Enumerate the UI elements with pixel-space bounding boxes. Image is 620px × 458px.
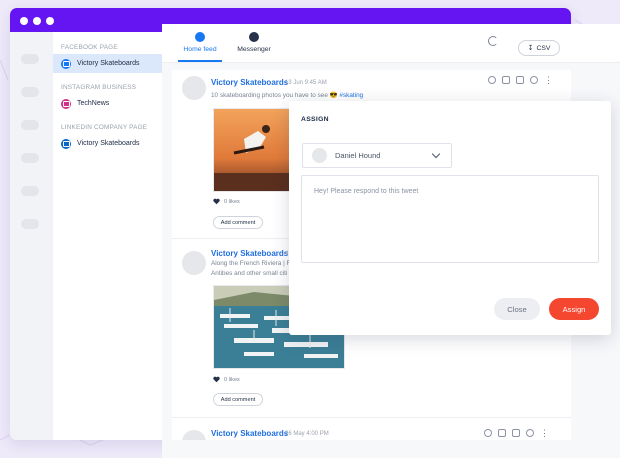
add-comment-button[interactable]: Add comment [213, 393, 263, 406]
tab-label: Messenger [237, 46, 271, 53]
message-textarea[interactable]: Hey! Please respond to this tweet [301, 175, 599, 263]
post-text: Along the French Riviera | F [211, 260, 291, 267]
assign-button[interactable]: Assign [549, 298, 599, 320]
rail-item[interactable] [21, 54, 39, 64]
post-time: 4 [285, 251, 289, 257]
retweet-icon[interactable] [516, 76, 524, 84]
tab-home-feed[interactable]: Home feed [176, 24, 224, 62]
section-heading: FACEBOOK PAGE [61, 44, 118, 51]
post-actions: ⋮ [484, 429, 549, 438]
rail-item[interactable] [21, 153, 39, 163]
likes-count: 0 likes [213, 376, 240, 383]
post-author[interactable]: Victory Skateboards [211, 429, 288, 438]
sidebar-item-facebook[interactable]: Victory Skateboards [53, 54, 172, 73]
rail-item[interactable] [21, 219, 39, 229]
avatar [182, 430, 206, 440]
trash-icon[interactable] [502, 76, 510, 84]
assignee-select[interactable]: Daniel Hound [302, 143, 452, 168]
sidebar-item-linkedin[interactable]: Victory Skateboards [53, 134, 172, 153]
rail-item[interactable] [21, 120, 39, 130]
accounts-sidebar: FACEBOOK PAGE Victory Skateboards INSTAG… [53, 32, 173, 440]
feed-post: Victory Skateboards 26 May 4:00 PM ⋮ [172, 418, 571, 440]
window-dot[interactable] [33, 17, 41, 25]
hashtag-link[interactable]: #skating [339, 92, 363, 99]
heart-outline-icon[interactable] [526, 429, 534, 437]
rail-item[interactable] [21, 186, 39, 196]
sidebar-item-instagram[interactable]: TechNews [53, 94, 172, 113]
messenger-icon [249, 32, 259, 42]
post-time: 13 Jun 9:45 AM [285, 80, 327, 86]
heart-outline-icon[interactable] [530, 76, 538, 84]
linkedin-icon [61, 138, 71, 149]
trash-icon[interactable] [498, 429, 506, 437]
instagram-icon [61, 98, 71, 109]
avatar [182, 76, 206, 100]
skateboarder-photo [214, 109, 290, 191]
facebook-page-icon [61, 58, 71, 69]
heart-icon[interactable] [213, 376, 220, 383]
post-text: 10 skateboarding photos you have to see … [211, 92, 364, 99]
avatar [182, 251, 206, 275]
download-icon: ↧ [527, 45, 534, 52]
retweet-icon[interactable] [512, 429, 520, 437]
likes-label: 0 likes [224, 376, 240, 383]
chevron-down-icon [431, 149, 441, 159]
post-actions: ⋮ [488, 76, 553, 85]
more-icon[interactable]: ⋮ [544, 76, 553, 85]
window-dot[interactable] [20, 17, 28, 25]
post-photo[interactable] [213, 108, 291, 192]
location-icon[interactable] [488, 76, 496, 84]
sidebar-item-label: TechNews [77, 100, 110, 107]
post-author[interactable]: Victory Skateboards [211, 249, 288, 258]
post-author[interactable]: Victory Skateboards [211, 78, 288, 87]
icon-rail [10, 32, 53, 440]
modal-title: ASSIGN [301, 116, 329, 123]
assign-modal: ASSIGN Daniel Hound Hey! Please respond … [289, 101, 611, 335]
section-heading: INSTAGRAM BUSINESS [61, 84, 137, 91]
tab-messenger[interactable]: Messenger [230, 24, 278, 62]
assignee-name: Daniel Hound [335, 151, 381, 160]
facebook-icon [195, 32, 205, 42]
sidebar-item-label: Victory Skateboards [77, 140, 140, 147]
post-time: 26 May 4:00 PM [285, 431, 329, 437]
location-icon[interactable] [484, 429, 492, 437]
heart-icon[interactable] [213, 198, 220, 205]
likes-label: 0 likes [224, 198, 240, 205]
add-comment-button[interactable]: Add comment [213, 216, 263, 229]
sidebar-item-label: Victory Skateboards [77, 60, 140, 67]
refresh-icon[interactable] [488, 36, 498, 46]
tab-label: Home feed [183, 46, 217, 53]
csv-label: CSV [536, 44, 551, 52]
window-dot[interactable] [46, 17, 54, 25]
close-button[interactable]: Close [494, 298, 540, 320]
section-heading: LINKEDIN COMPANY PAGE [61, 124, 148, 131]
avatar [312, 148, 327, 163]
rail-item[interactable] [21, 87, 39, 97]
post-text-line: Antibes and other small citi [211, 270, 288, 277]
likes-count: 0 likes [213, 198, 240, 205]
more-icon[interactable]: ⋮ [540, 429, 549, 438]
csv-export-button[interactable]: ↧ CSV [518, 40, 560, 56]
